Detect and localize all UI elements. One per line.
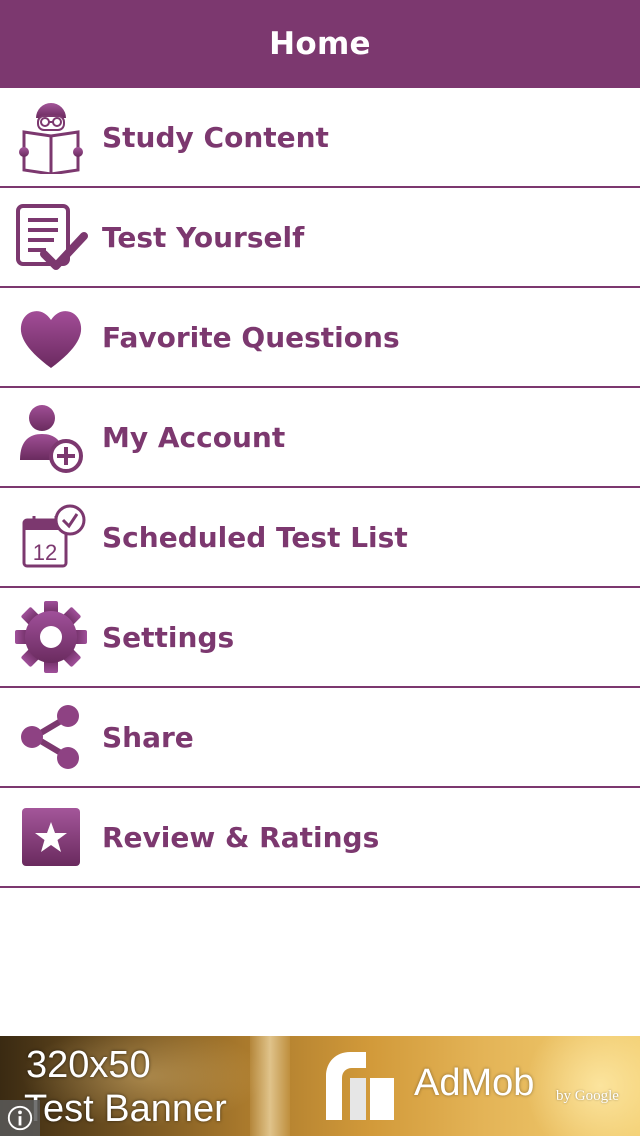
ad-banner-text: Test Banner — [24, 1088, 227, 1130]
menu-item-label: Scheduled Test List — [102, 520, 408, 554]
menu-item-share[interactable]: Share — [0, 688, 640, 788]
menu-item-label: Settings — [102, 620, 235, 654]
menu-item-settings[interactable]: Settings — [0, 588, 640, 688]
heart-icon — [14, 300, 88, 374]
ad-background-glow — [520, 1036, 640, 1136]
navigation-bar: Home — [0, 0, 640, 88]
menu-item-label: Favorite Questions — [102, 320, 400, 354]
menu-item-review-ratings[interactable]: Review & Ratings — [0, 788, 640, 888]
info-icon[interactable] — [0, 1100, 40, 1136]
ad-size-text: 320x50 — [26, 1044, 151, 1086]
gear-icon — [14, 600, 88, 674]
menu-item-test-yourself[interactable]: Test Yourself — [0, 188, 640, 288]
menu-item-label: Review & Ratings — [102, 820, 380, 854]
menu-item-label: My Account — [102, 420, 286, 454]
menu-item-my-account[interactable]: My Account — [0, 388, 640, 488]
calendar-clock-icon: 12 — [14, 500, 88, 574]
ad-brand: AdMob — [414, 1062, 535, 1104]
star-icon — [14, 800, 88, 874]
ad-background-light — [250, 1036, 290, 1136]
menu-item-favorite-questions[interactable]: Favorite Questions — [0, 288, 640, 388]
ad-banner[interactable]: 320x50 Test Banner AdMob by Google — [0, 1036, 640, 1136]
menu-item-scheduled-test-list[interactable]: 12 Scheduled Test List — [0, 488, 640, 588]
page-title: Home — [269, 26, 371, 62]
menu-item-label: Study Content — [102, 120, 329, 154]
user-add-icon — [14, 400, 88, 474]
menu-item-study-content[interactable]: Study Content — [0, 88, 640, 188]
share-icon — [14, 700, 88, 774]
ad-by-google: by Google — [556, 1088, 619, 1104]
svg-text:12: 12 — [33, 540, 57, 565]
menu-item-label: Test Yourself — [102, 220, 305, 254]
reading-book-icon — [14, 100, 88, 174]
home-menu: Study Content Test Yourself Favorite Que… — [0, 88, 640, 888]
admob-logo-icon — [322, 1048, 398, 1124]
checklist-icon — [14, 200, 88, 274]
menu-item-label: Share — [102, 720, 194, 754]
